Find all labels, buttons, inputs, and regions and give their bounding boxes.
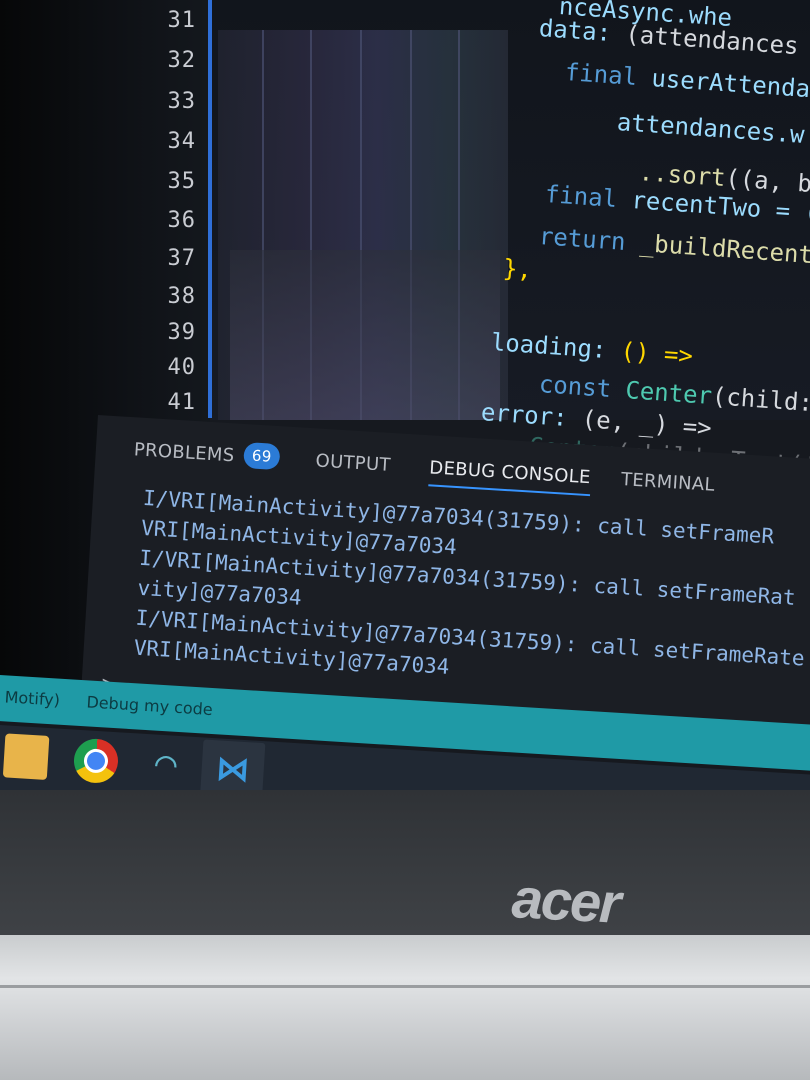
tab-terminal[interactable]: TERMINAL xyxy=(620,469,715,496)
line-number: 38 xyxy=(167,284,196,309)
tab-output[interactable]: OUTPUT xyxy=(315,450,391,476)
code-editor[interactable]: 31 32 33 34 35 36 37 38 39 40 41 nceAsyn… xyxy=(0,0,810,700)
laptop-screen: 31 32 33 34 35 36 37 38 39 40 41 nceAsyn… xyxy=(0,0,810,800)
log-line: vity]@77a7034 xyxy=(136,575,303,610)
line-number: 35 xyxy=(167,169,196,194)
laptop-base-edge xyxy=(0,935,810,1080)
code-line-37: return _buildRecent xyxy=(538,222,810,270)
folder-icon[interactable] xyxy=(2,733,50,780)
line-number: 31 xyxy=(167,8,196,33)
code-line-40: loading: () => xyxy=(490,328,694,371)
tab-problems[interactable]: PROBLEMS 69 xyxy=(133,439,281,471)
line-number: 33 xyxy=(167,89,196,114)
problems-count-badge: 69 xyxy=(243,442,281,471)
chrome-icon[interactable] xyxy=(72,737,120,785)
gutter-indicator xyxy=(208,0,212,418)
overlay-highlight xyxy=(230,250,500,420)
line-number: 34 xyxy=(167,129,196,154)
code-line-33: final userAttenda xyxy=(564,58,810,104)
laptop-groove xyxy=(0,985,810,988)
brand-logo: acer xyxy=(510,866,621,935)
line-number: 41 xyxy=(167,390,196,415)
tab-debug-console[interactable]: DEBUG CONSOLE xyxy=(428,457,592,497)
line-number: 36 xyxy=(167,208,196,233)
code-line-38: }, xyxy=(502,254,533,284)
status-item[interactable]: Motify) xyxy=(4,687,60,709)
line-number: 37 xyxy=(167,246,196,271)
code-line-34: attendances.w xyxy=(616,108,806,150)
wifi-app-icon[interactable]: ◠ xyxy=(143,742,190,789)
debug-status-item[interactable]: Debug my code xyxy=(86,692,213,719)
line-number: 39 xyxy=(167,320,196,345)
line-number: 40 xyxy=(167,355,196,380)
line-number: 32 xyxy=(167,48,196,73)
